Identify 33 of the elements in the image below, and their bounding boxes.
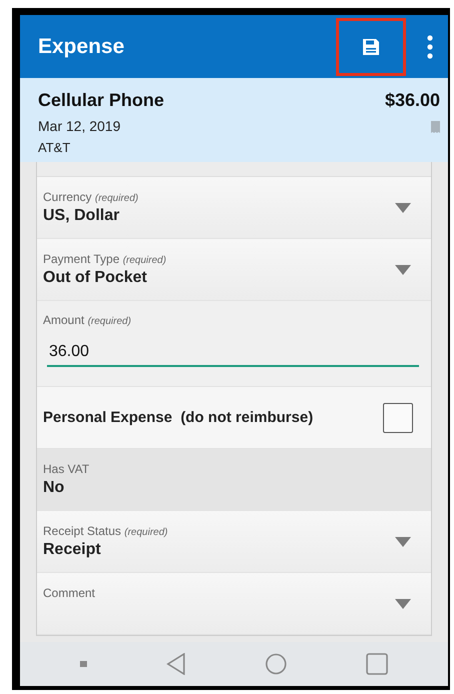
dropdown-field[interactable]: Currency (required) US, Dollar <box>37 177 431 239</box>
dropdown-field[interactable]: Payment Type (required) Out of Pocket <box>37 239 431 301</box>
expense-vendor: AT&T <box>38 140 72 158</box>
dropdown-arrow-icon[interactable] <box>395 264 411 274</box>
field-value: Out of Pocket <box>43 268 148 288</box>
save-button[interactable] <box>336 18 406 76</box>
expense-name: Cellular Phone <box>38 90 166 112</box>
field-label: Receipt Status (required) <box>43 524 169 538</box>
field-label: Amount (required) <box>43 313 132 327</box>
expense-date: Mar 12, 2019 <box>38 118 122 136</box>
expense-amount: $36.00 <box>384 90 440 112</box>
checkbox-label: Personal Expense (do not reimburse) <box>43 409 314 426</box>
field-value: No <box>43 478 66 498</box>
field-label: Has VAT <box>43 462 90 476</box>
field-label: Payment Type (required) <box>43 252 168 266</box>
more-options-icon[interactable] <box>427 34 433 58</box>
amount-input-field[interactable]: 36.00 <box>47 339 419 367</box>
field-label: Comment <box>43 586 96 600</box>
checkbox[interactable] <box>383 402 413 432</box>
field-value: Receipt <box>43 540 102 560</box>
field-label: Currency (required) <box>43 190 140 204</box>
dropdown-arrow-icon[interactable] <box>395 536 411 546</box>
dropdown-field[interactable]: Comment <box>37 573 431 635</box>
recent-apps-button[interactable] <box>366 653 388 675</box>
home-button[interactable] <box>265 653 288 675</box>
app-title: Expense <box>38 34 126 58</box>
save-icon <box>362 38 380 56</box>
dropdown-arrow-icon[interactable] <box>395 598 411 608</box>
receipt-icon <box>431 120 440 133</box>
field-value: US, Dollar <box>43 206 120 226</box>
dropdown-field[interactable]: Receipt Status (required) Receipt <box>37 511 431 573</box>
dropdown-arrow-icon[interactable] <box>395 202 411 212</box>
back-button[interactable] <box>166 653 186 675</box>
